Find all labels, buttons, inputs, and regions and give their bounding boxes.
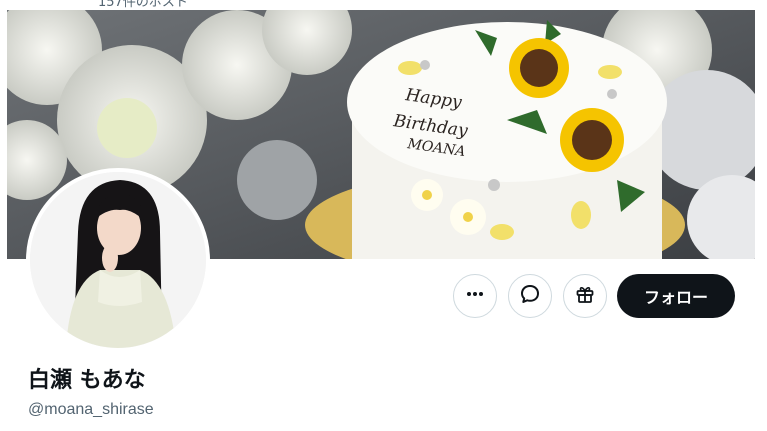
profile-display-name: 白瀬 もあな [28,368,146,393]
message-button[interactable] [508,274,552,318]
page-right-edge [755,10,767,431]
avatar[interactable] [26,168,210,352]
more-button[interactable] [453,274,497,318]
profile-handle: @moana_shirase [28,401,154,418]
more-horizontal-icon [465,284,485,308]
gift-icon [574,283,596,309]
post-count: 157件のポスト [98,0,188,10]
message-icon [519,283,541,309]
follow-button[interactable]: フォロー [617,274,735,318]
gift-button[interactable] [563,274,607,318]
